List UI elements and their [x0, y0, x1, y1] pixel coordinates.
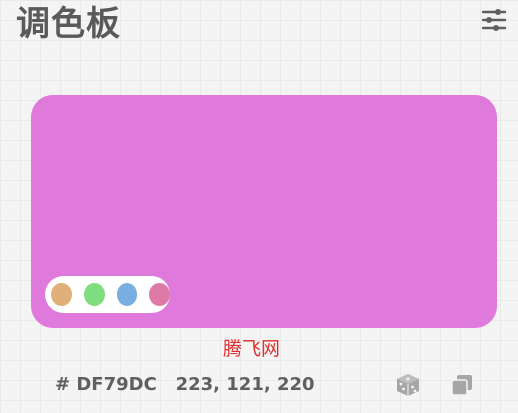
hex-value[interactable]: # DF79DC	[55, 374, 157, 395]
palette-dots	[45, 276, 170, 313]
sliders-icon	[481, 9, 507, 31]
rgb-value[interactable]: 223, 121, 220	[176, 374, 315, 395]
copy-icon	[451, 375, 472, 396]
color-info: # DF79DC 223, 121, 220	[55, 372, 315, 398]
palette-dot-3[interactable]	[116, 283, 138, 306]
random-color-button[interactable]	[395, 372, 421, 398]
settings-button[interactable]	[480, 6, 508, 34]
palette-dot-1[interactable]	[51, 283, 72, 306]
palette-dot-2[interactable]	[83, 283, 105, 306]
copy-button[interactable]	[449, 372, 475, 398]
palette-dot-4[interactable]	[149, 283, 170, 306]
page-title: 调色板	[16, 4, 121, 44]
dice-icon	[397, 374, 419, 396]
watermark-text: 腾飞网	[223, 338, 281, 360]
